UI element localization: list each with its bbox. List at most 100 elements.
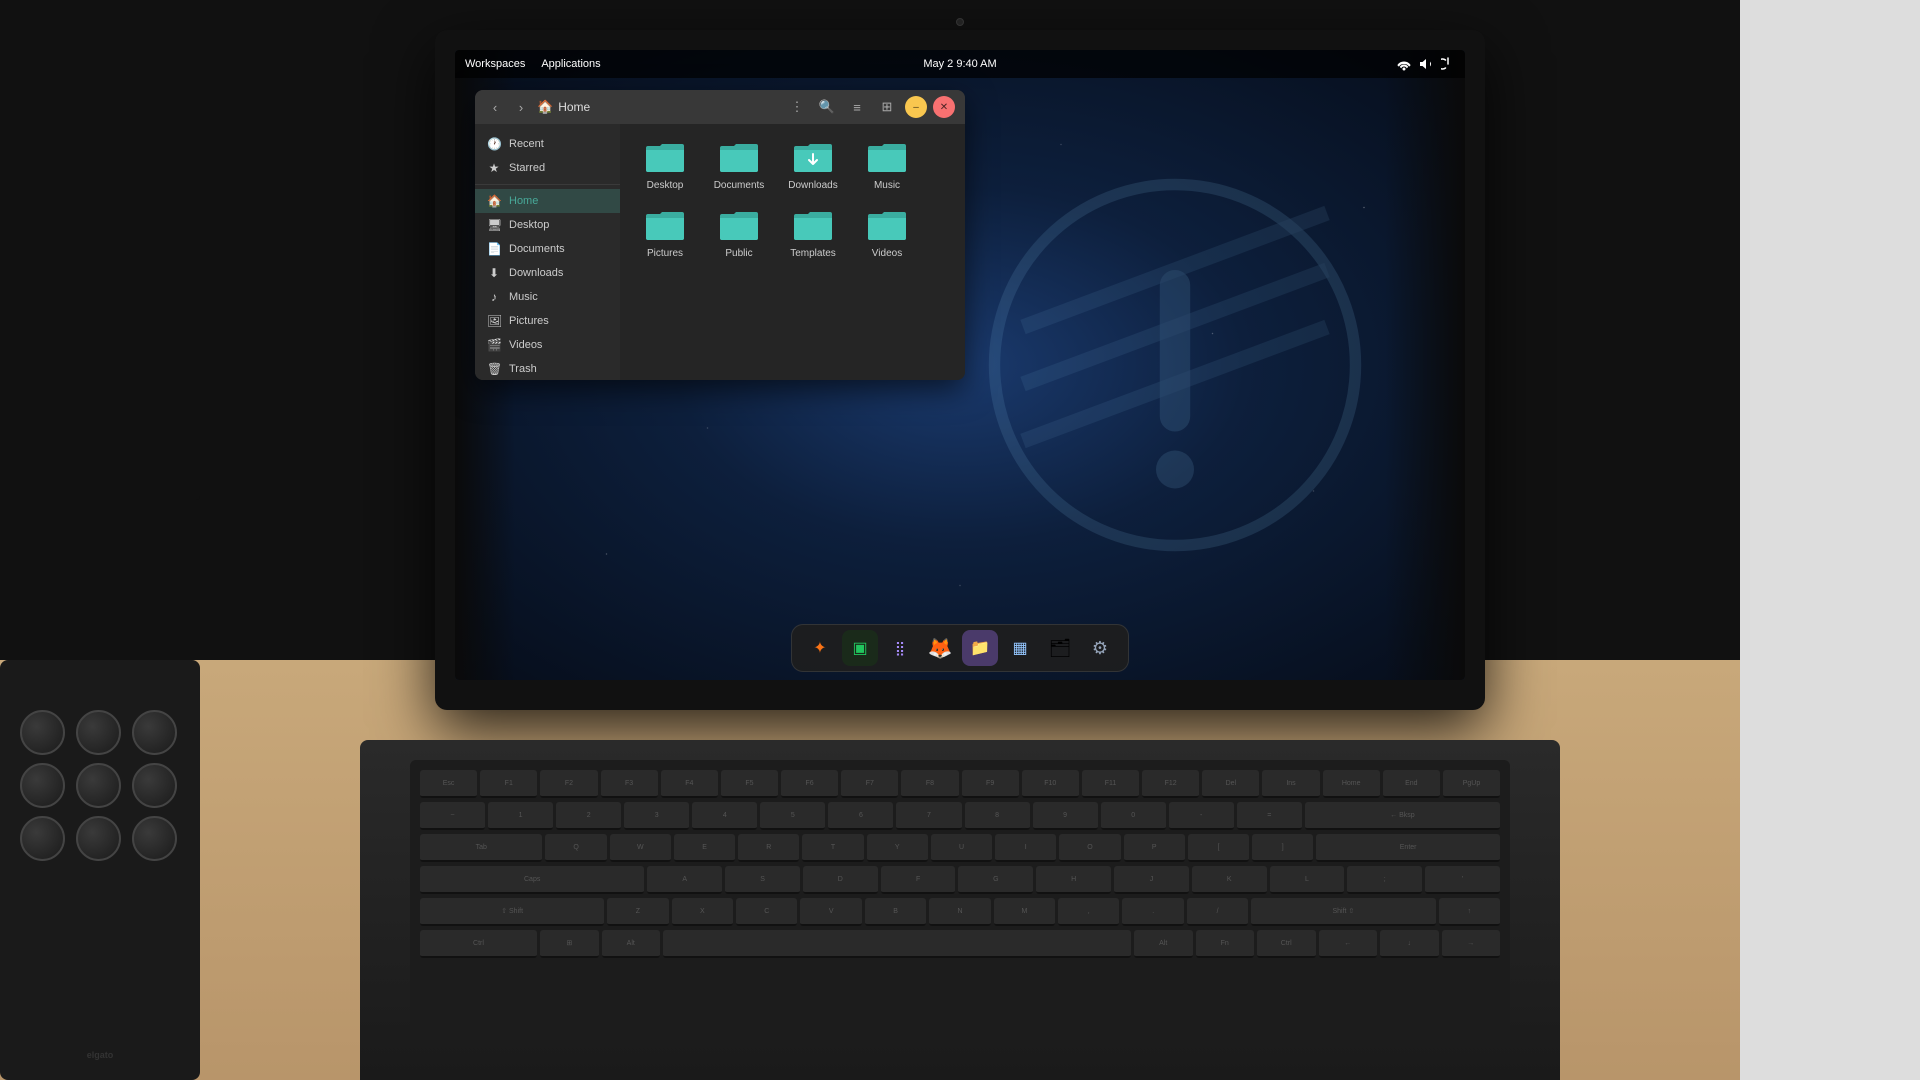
key-lbrace[interactable]: [ <box>1188 834 1249 862</box>
nav-back-button[interactable]: ‹ <box>485 97 505 117</box>
key-left[interactable]: ← <box>1319 930 1378 958</box>
dock-files[interactable]: 📁 <box>962 630 998 666</box>
key-h[interactable]: H <box>1036 866 1111 894</box>
key-tilde[interactable]: ~ <box>420 802 485 830</box>
menu-button[interactable]: ⋮ <box>785 95 809 119</box>
key-super[interactable]: ⊞ <box>540 930 599 958</box>
key-5[interactable]: 5 <box>760 802 825 830</box>
key-alt[interactable]: Alt <box>602 930 661 958</box>
sidebar-item-starred[interactable]: ★ Starred <box>475 156 620 180</box>
key-rbrace[interactable]: ] <box>1252 834 1313 862</box>
key-backspace[interactable]: ← Bksp <box>1305 802 1500 830</box>
key-8[interactable]: 8 <box>965 802 1030 830</box>
key-q[interactable]: Q <box>545 834 606 862</box>
key-p[interactable]: P <box>1124 834 1185 862</box>
key-ins[interactable]: Ins <box>1262 770 1319 798</box>
minimize-button[interactable]: – <box>905 96 927 118</box>
sidebar-item-trash[interactable]: 🗑 Trash <box>475 357 620 380</box>
key-f2[interactable]: F2 <box>540 770 597 798</box>
knob-8[interactable] <box>76 816 121 861</box>
key-ctrl-right[interactable]: Ctrl <box>1257 930 1316 958</box>
key-up[interactable]: ↑ <box>1439 898 1500 926</box>
knob-5[interactable] <box>76 763 121 808</box>
sidebar-item-music[interactable]: ♪ Music <box>475 285 620 309</box>
key-f10[interactable]: F10 <box>1022 770 1079 798</box>
key-g[interactable]: G <box>958 866 1033 894</box>
knob-6[interactable] <box>132 763 177 808</box>
key-pgup[interactable]: PgUp <box>1443 770 1500 798</box>
key-f6[interactable]: F6 <box>781 770 838 798</box>
key-fn[interactable]: Fn <box>1196 930 1255 958</box>
key-s[interactable]: S <box>725 866 800 894</box>
dock-app-grid[interactable]: ⣿ <box>882 630 918 666</box>
key-quote[interactable]: ' <box>1425 866 1500 894</box>
key-f9[interactable]: F9 <box>962 770 1019 798</box>
key-equals[interactable]: = <box>1237 802 1302 830</box>
key-caps[interactable]: Caps <box>420 866 644 894</box>
knob-3[interactable] <box>132 710 177 755</box>
key-f8[interactable]: F8 <box>901 770 958 798</box>
key-6[interactable]: 6 <box>828 802 893 830</box>
knob-1[interactable] <box>20 710 65 755</box>
sidebar-item-pictures[interactable]: 🖼 Pictures <box>475 309 620 333</box>
key-f12[interactable]: F12 <box>1142 770 1199 798</box>
key-l[interactable]: L <box>1270 866 1345 894</box>
folder-downloads[interactable]: Downloads <box>778 134 848 198</box>
dock-file-manager[interactable]: 🗂 <box>1042 630 1078 666</box>
key-enter[interactable]: Enter <box>1316 834 1500 862</box>
folder-music[interactable]: Music <box>852 134 922 198</box>
key-u[interactable]: U <box>931 834 992 862</box>
search-button[interactable]: 🔍 <box>815 95 839 119</box>
key-9[interactable]: 9 <box>1033 802 1098 830</box>
key-2[interactable]: 2 <box>556 802 621 830</box>
key-f1[interactable]: F1 <box>480 770 537 798</box>
dock-firefox[interactable]: 🦊 <box>922 630 958 666</box>
folder-videos[interactable]: Videos <box>852 202 922 266</box>
dock-workspaces[interactable]: ▦ <box>1002 630 1038 666</box>
key-i[interactable]: I <box>995 834 1056 862</box>
key-w[interactable]: W <box>610 834 671 862</box>
dock-settings[interactable]: ⚙ <box>1082 630 1118 666</box>
key-r[interactable]: R <box>738 834 799 862</box>
key-period[interactable]: . <box>1122 898 1183 926</box>
folder-documents[interactable]: Documents <box>704 134 774 198</box>
sidebar-item-recent[interactable]: 🕐 Recent <box>475 132 620 156</box>
applications-button[interactable]: Applications <box>541 58 600 70</box>
key-f11[interactable]: F11 <box>1082 770 1139 798</box>
key-space[interactable] <box>663 930 1131 958</box>
key-home[interactable]: Home <box>1323 770 1380 798</box>
knob-2[interactable] <box>76 710 121 755</box>
folder-pictures[interactable]: Pictures <box>630 202 700 266</box>
key-v[interactable]: V <box>800 898 861 926</box>
key-m[interactable]: M <box>994 898 1055 926</box>
volume-icon[interactable] <box>1419 57 1433 71</box>
dock-terminal[interactable]: ▣ <box>842 630 878 666</box>
key-down[interactable]: ↓ <box>1380 930 1439 958</box>
knob-9[interactable] <box>132 816 177 861</box>
folder-public[interactable]: Public <box>704 202 774 266</box>
key-slash[interactable]: / <box>1187 898 1248 926</box>
key-e[interactable]: E <box>674 834 735 862</box>
key-f[interactable]: F <box>881 866 956 894</box>
key-comma[interactable]: , <box>1058 898 1119 926</box>
workspaces-button[interactable]: Workspaces <box>465 58 525 70</box>
sidebar-item-home[interactable]: 🏠 Home <box>475 189 620 213</box>
key-3[interactable]: 3 <box>624 802 689 830</box>
key-end[interactable]: End <box>1383 770 1440 798</box>
sidebar-item-videos[interactable]: 🎬 Videos <box>475 333 620 357</box>
key-7[interactable]: 7 <box>896 802 961 830</box>
key-tab[interactable]: Tab <box>420 834 542 862</box>
key-del[interactable]: Del <box>1202 770 1259 798</box>
key-o[interactable]: O <box>1059 834 1120 862</box>
key-d[interactable]: D <box>803 866 878 894</box>
key-f5[interactable]: F5 <box>721 770 778 798</box>
key-right[interactable]: → <box>1442 930 1501 958</box>
list-view-button[interactable]: ≡ <box>845 95 869 119</box>
close-button[interactable]: ✕ <box>933 96 955 118</box>
folder-desktop[interactable]: Desktop <box>630 134 700 198</box>
dock-launcher[interactable]: ✦ <box>802 630 838 666</box>
key-b[interactable]: B <box>865 898 926 926</box>
key-f7[interactable]: F7 <box>841 770 898 798</box>
key-t[interactable]: T <box>802 834 863 862</box>
sidebar-item-documents[interactable]: 📄 Documents <box>475 237 620 261</box>
